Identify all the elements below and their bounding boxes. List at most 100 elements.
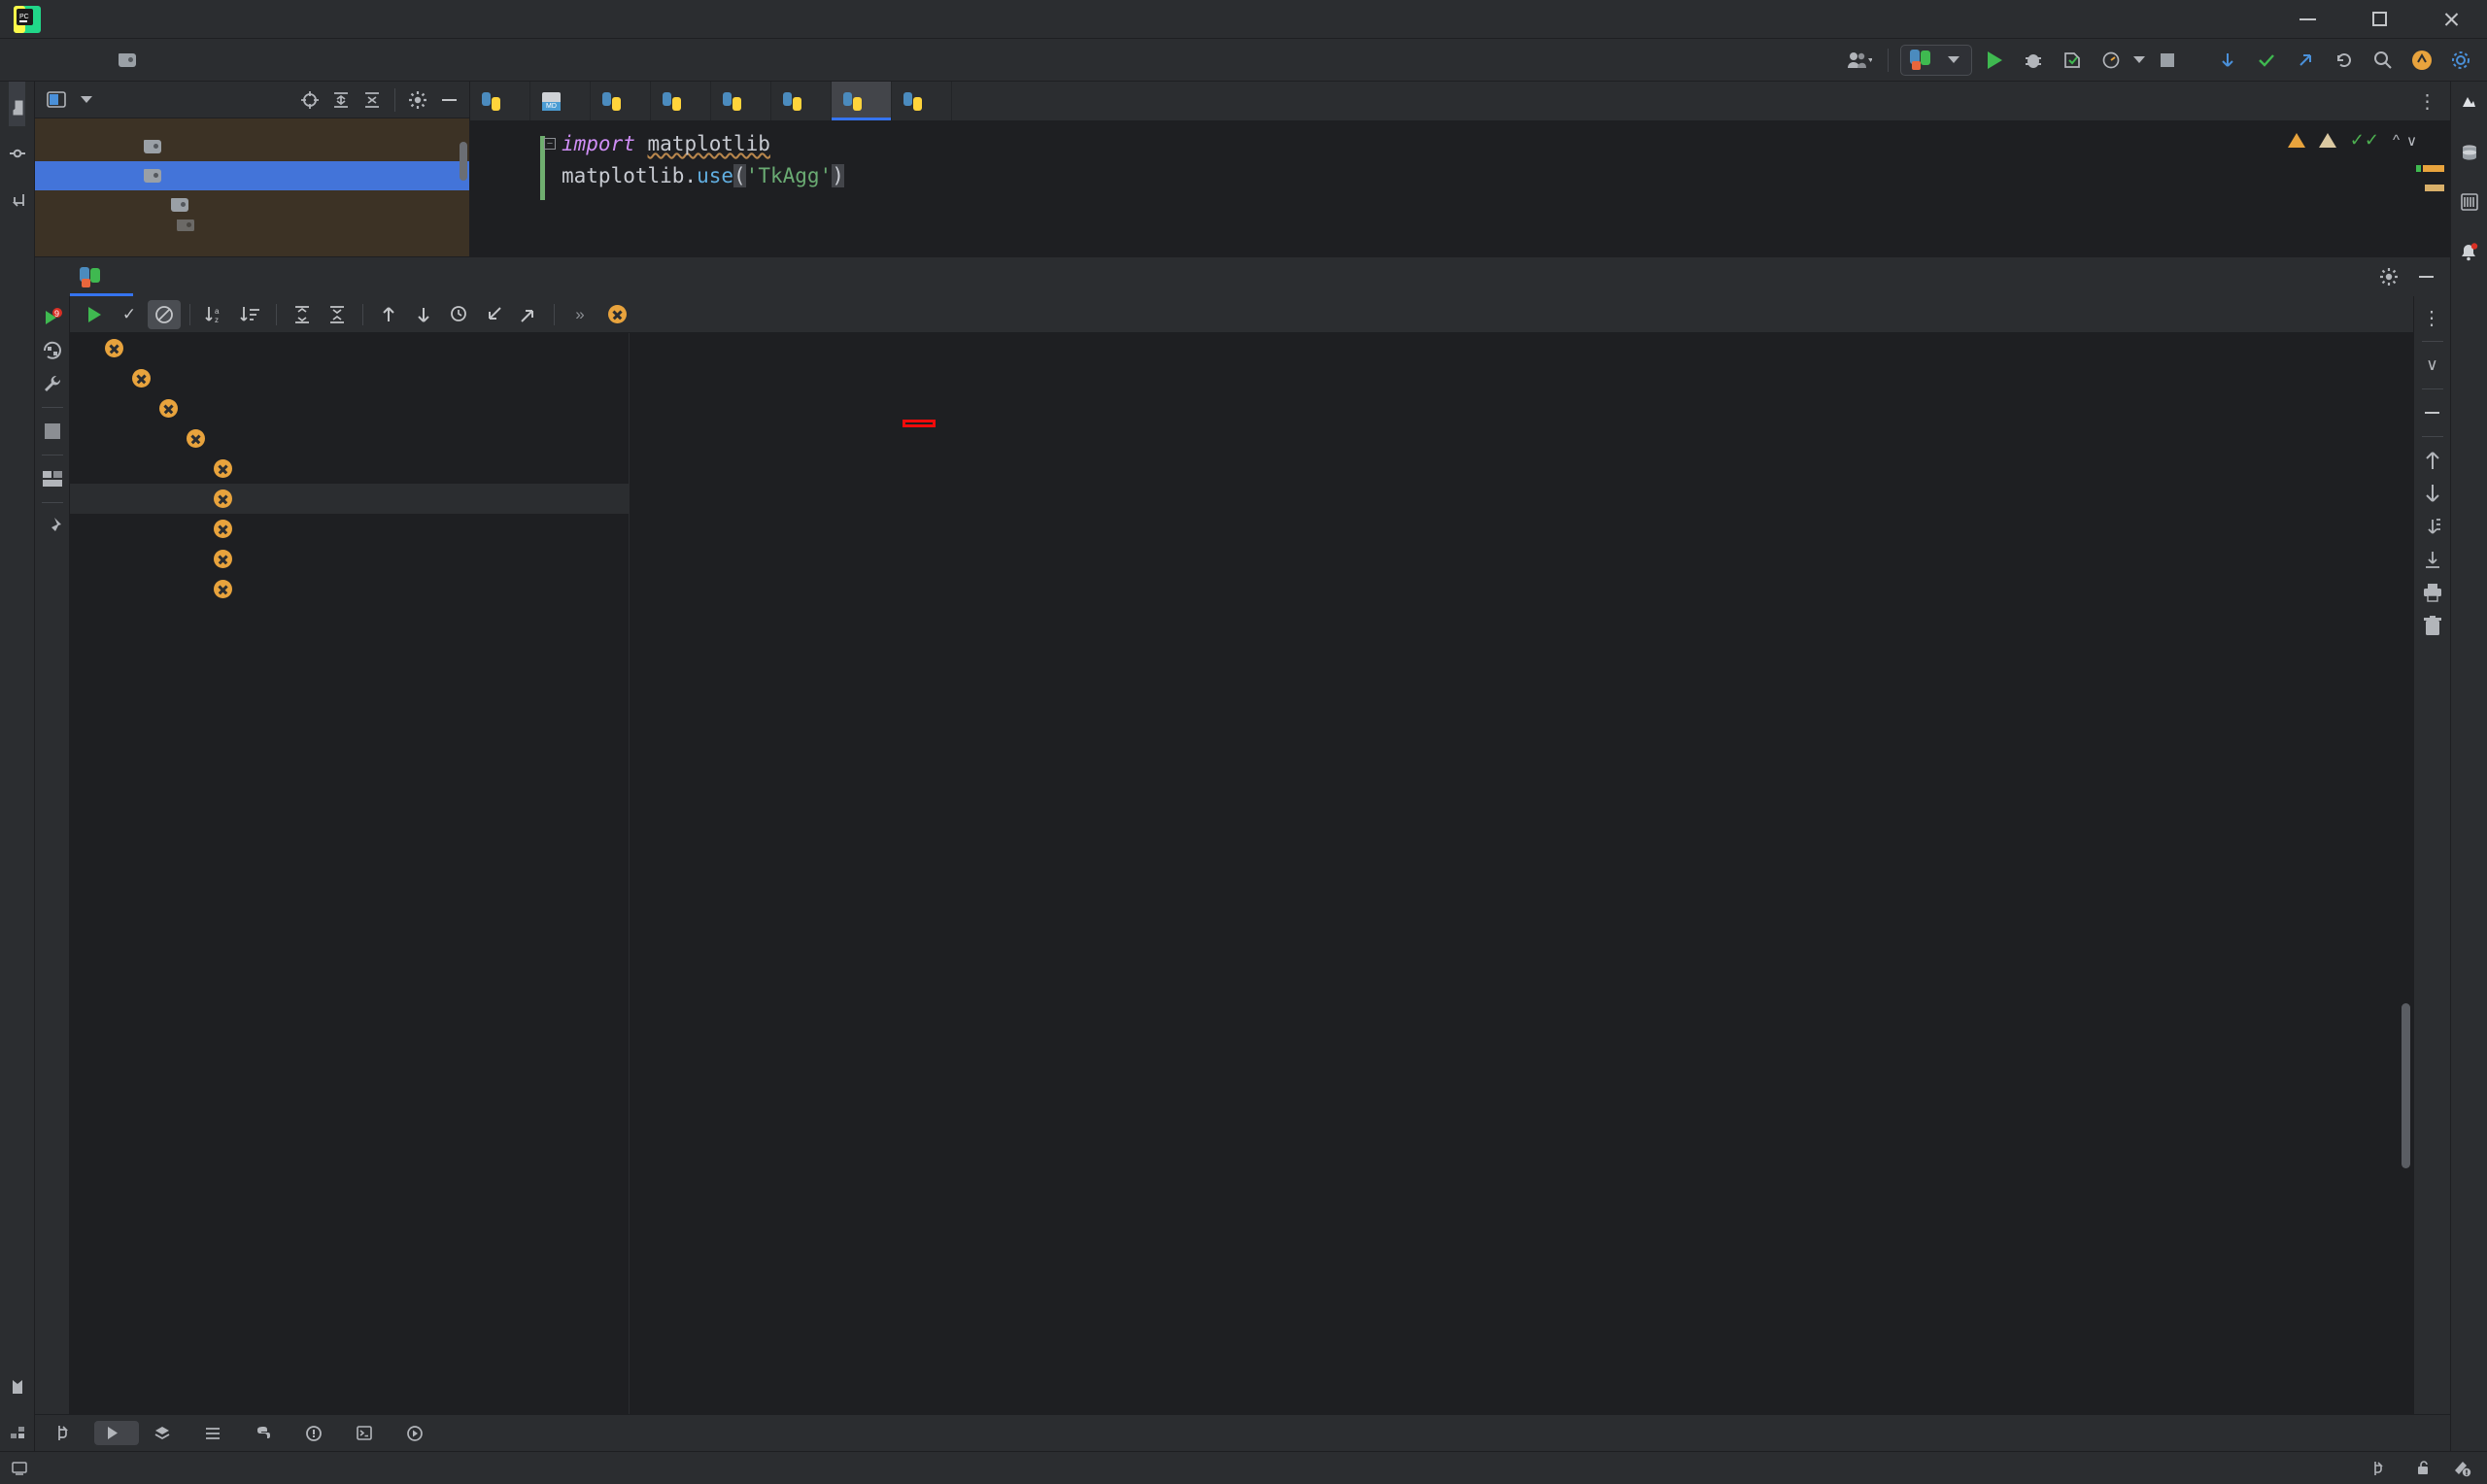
console-scrollbar[interactable]	[2402, 1003, 2410, 1168]
tree-row-partial-bottom[interactable]	[35, 219, 469, 231]
scroll-up-icon[interactable]	[2417, 445, 2448, 476]
scroll-to-end-icon[interactable]	[2417, 544, 2448, 575]
tool-window-todo[interactable]	[193, 1422, 240, 1445]
menu-edit[interactable]	[84, 16, 109, 23]
editor-tab-readme[interactable]	[530, 82, 591, 120]
run-settings-wrench-icon[interactable]	[37, 368, 68, 399]
tool-window-terminal[interactable]	[345, 1421, 392, 1445]
editor-tab-data[interactable]	[711, 82, 771, 120]
run-session-tab[interactable]	[70, 257, 133, 296]
sidebar-item-notifications[interactable]	[2460, 231, 2478, 282]
test-tree-row-test[interactable]	[70, 363, 629, 393]
tool-window-python-packages[interactable]	[143, 1421, 189, 1446]
error-stripe[interactable]	[2416, 120, 2444, 256]
editor-tab-data-test[interactable]	[771, 82, 832, 120]
breadcrumb-item-test[interactable]	[119, 52, 143, 67]
tool-window-git[interactable]	[45, 1420, 90, 1446]
sidebar-item-bookmarks[interactable]	[11, 1360, 24, 1406]
git-update-icon[interactable]	[2211, 44, 2244, 77]
test-tree-row-test-results[interactable]	[70, 333, 629, 363]
layout-settings-icon[interactable]	[37, 463, 68, 494]
project-scope-chevron-icon[interactable]	[81, 96, 92, 103]
tree-row-test[interactable]	[35, 161, 469, 190]
code-editor[interactable]: − import matplotlib matplotlib.use('TkAg…	[470, 120, 2450, 256]
show-passed-icon[interactable]: ✓	[113, 300, 146, 329]
editor-tab-inference-test[interactable]	[892, 82, 952, 120]
inspection-profile-icon[interactable]	[2452, 1460, 2471, 1477]
menu-refactor[interactable]	[185, 16, 210, 23]
show-ignored-icon[interactable]	[148, 299, 181, 329]
test-output-console[interactable]	[630, 333, 2413, 1414]
test-history-icon[interactable]	[442, 300, 475, 329]
debug-button[interactable]	[2017, 44, 2050, 77]
tool-window-run[interactable]	[94, 1421, 139, 1445]
pin-tab-icon[interactable]	[37, 511, 68, 542]
tool-window-problems[interactable]	[294, 1421, 341, 1446]
export-tests-icon[interactable]	[512, 300, 545, 329]
project-tree-scrollbar[interactable]	[460, 142, 467, 181]
stop-process-icon[interactable]	[37, 416, 68, 447]
test-tree-row-test-get-plane-mesh[interactable]	[70, 514, 629, 544]
fold-collapse-icon[interactable]: −	[544, 138, 556, 150]
user-group-icon[interactable]	[1843, 44, 1876, 77]
test-tree-row-loadshptest[interactable]	[70, 423, 629, 454]
run-with-coverage-button[interactable]	[2056, 44, 2089, 77]
sidebar-item-database[interactable]	[2461, 132, 2478, 182]
tree-row-sqlite3[interactable]	[35, 132, 469, 161]
clear-console-trash-icon[interactable]	[2417, 610, 2448, 641]
menu-code[interactable]	[159, 16, 185, 23]
menu-help[interactable]	[311, 16, 336, 23]
sort-by-duration-icon[interactable]	[234, 300, 267, 329]
previous-problem-icon[interactable]: ^	[2393, 132, 2400, 149]
inspection-widget[interactable]: ✓✓ ^ ∨	[2287, 130, 2417, 151]
git-branch-widget[interactable]	[2372, 1461, 2394, 1476]
editor-tab-load-shp-test[interactable]	[832, 82, 892, 120]
sidebar-item-project[interactable]	[9, 82, 25, 126]
menu-window[interactable]	[286, 16, 311, 23]
menu-run[interactable]	[210, 16, 235, 23]
project-tree[interactable]	[35, 118, 469, 256]
rerun-failed-icon[interactable]	[37, 335, 68, 366]
menu-git[interactable]	[260, 16, 286, 23]
menu-file[interactable]	[58, 16, 84, 23]
maximize-button[interactable]	[2343, 0, 2415, 39]
tool-window-python-console[interactable]	[244, 1421, 290, 1446]
run-window-settings-gear-icon[interactable]	[2372, 260, 2405, 293]
menu-tools[interactable]	[235, 16, 260, 23]
tool-window-services[interactable]	[395, 1421, 442, 1446]
project-settings-gear-icon[interactable]	[403, 85, 432, 115]
collapse-all-tests-icon[interactable]	[321, 300, 354, 329]
editor-tab-generate-shp[interactable]	[591, 82, 651, 120]
menu-navigate[interactable]	[134, 16, 159, 23]
sidebar-item-tongyi[interactable]	[2460, 82, 2478, 132]
collapse-all-icon[interactable]	[358, 85, 387, 115]
more-options-icon[interactable]: ⋮	[2417, 302, 2448, 333]
git-commit-icon[interactable]	[2250, 44, 2283, 77]
expand-all-tests-icon[interactable]	[286, 300, 319, 329]
test-tree-row-test-get-faces-data[interactable]	[70, 484, 629, 514]
hide-project-panel-icon[interactable]	[434, 85, 463, 115]
soft-wrap-icon[interactable]	[2417, 511, 2448, 542]
rerun-icon[interactable]	[78, 300, 111, 329]
ai-assistant-icon[interactable]	[2405, 44, 2438, 77]
hide-run-window-icon[interactable]	[2409, 260, 2442, 293]
test-tree-row-load-shp-test[interactable]	[70, 393, 629, 423]
sidebar-item-structure[interactable]	[10, 1406, 25, 1451]
next-failed-test-icon[interactable]	[407, 300, 440, 329]
sidebar-item-pull-requests[interactable]	[10, 173, 25, 219]
print-icon[interactable]	[2417, 577, 2448, 608]
rerun-tests-icon[interactable]: 9	[37, 302, 68, 333]
test-results-tree[interactable]	[70, 333, 630, 1414]
main-menu[interactable]	[58, 16, 336, 23]
sidebar-item-sciview[interactable]	[2460, 182, 2478, 231]
git-push-icon[interactable]	[2289, 44, 2322, 77]
tree-row-support[interactable]	[35, 190, 469, 219]
collapse-console-icon[interactable]: ∨	[2417, 350, 2448, 381]
hide-console-icon[interactable]	[2417, 397, 2448, 428]
select-opened-file-icon[interactable]	[295, 85, 324, 115]
test-tree-row-test-get-vertices-data[interactable]	[70, 544, 629, 574]
scroll-down-icon[interactable]	[2417, 478, 2448, 509]
settings-gear-icon[interactable]	[2444, 44, 2477, 77]
tree-row-partial[interactable]	[35, 118, 469, 132]
test-tree-row-test-load-filename[interactable]	[70, 574, 629, 604]
